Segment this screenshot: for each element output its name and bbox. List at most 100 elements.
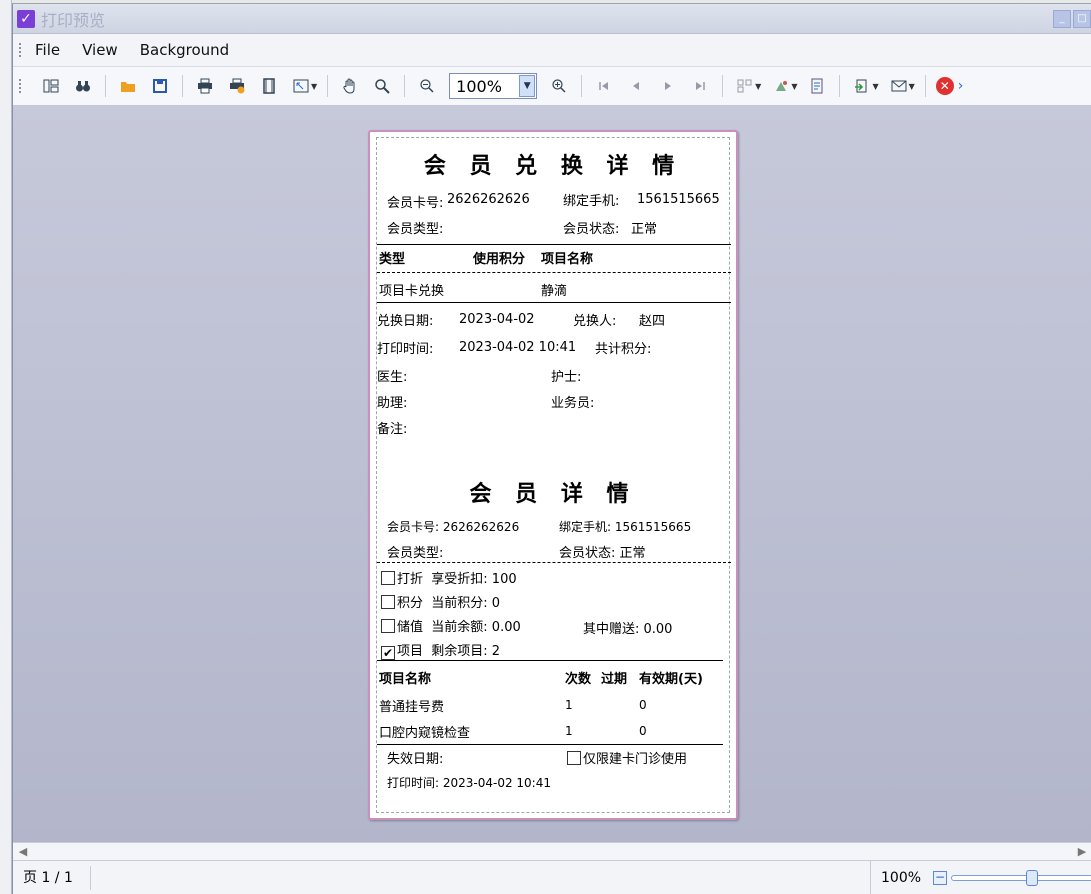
print-time-value: 2023-04-02 10:41 [459,340,577,355]
stored-row: 储值 当前余额: 0.00 [381,616,521,635]
print-icon[interactable] [193,74,217,98]
discount-checkbox[interactable] [381,571,395,585]
next-page-icon[interactable] [656,74,680,98]
scale-dropdown-icon[interactable]: ▼ [311,82,317,91]
points-checkbox[interactable] [381,595,395,609]
only-card-checkbox[interactable] [567,751,581,765]
row-item-value: 静滴 [541,284,568,299]
member-print-line: 打印时间: 2023-04-02 10:41 [387,776,551,790]
open-folder-icon[interactable] [116,74,140,98]
item-row-2-expired: 0 [639,724,647,738]
member-status-value: 正常 [631,222,658,237]
export-dropdown-icon[interactable]: ▼ [872,82,878,91]
title-bar: ✓ 打印预览 _ □ [13,4,1091,34]
exchange-person-value: 赵四 [639,314,666,329]
member-status-line: 会员状态: 正常 [559,546,646,561]
zoom-level: 100% [881,870,922,886]
menu-file[interactable]: File [35,41,60,59]
scroll-left-icon[interactable]: ◀ [15,844,31,860]
gift-text: 其中赠送: 0.00 [583,622,673,637]
watermark-icon[interactable] [805,74,829,98]
zoom-select-value: 100% [456,76,502,96]
item-row-2-name: 口腔内窥镜检查 [379,726,471,741]
item-row-1-expired: 0 [639,698,647,712]
close-preview-icon[interactable]: ✕ [935,77,954,95]
zoom-minus-button[interactable]: − [933,871,948,885]
menu-bar: File View Background [13,34,1091,67]
hand-tool-icon[interactable] [338,74,362,98]
zoom-select[interactable]: 100% ▼ [449,73,538,99]
window-title: 打印预览 [41,10,106,30]
col-count-header: 次数 [565,672,592,687]
zoom-slider-thumb[interactable] [1026,870,1039,886]
page-setup-icon[interactable] [257,74,281,98]
item-row: ✔ 项目 剩余项目: 2 [381,640,500,660]
menu-view[interactable]: View [82,41,118,59]
minimize-button[interactable]: _ [1053,9,1071,28]
only-card-row: 仅限建卡门诊使用 [567,748,687,767]
member-card-line: 会员卡号: 2626262626 [387,520,520,534]
last-page-icon[interactable] [688,74,712,98]
total-points-label: 共计积分: [595,342,652,357]
color-dropdown-icon[interactable]: ▼ [791,82,797,91]
item-row-2-count: 1 [565,724,573,738]
member-title: 会 员 详 情 [469,482,637,507]
scale-icon[interactable] [289,74,313,98]
save-icon[interactable] [148,74,172,98]
card-no-value: 2626262626 [447,192,530,207]
receipt-page: 会 员 兑 换 详 情 会员卡号: 2626262626 绑定手机: 15615… [368,130,738,820]
zoom-slider[interactable] [951,870,1091,886]
export-icon[interactable] [850,74,874,98]
item-row-1-name: 普通挂号费 [379,700,445,715]
first-page-icon[interactable] [592,74,616,98]
multi-page-dropdown-icon[interactable]: ▼ [755,82,761,91]
item-row-1-count: 1 [565,698,573,712]
nurse-label: 护士: [551,370,582,385]
remaining-text: 剩余项目: 2 [431,644,501,659]
email-icon[interactable] [887,74,911,98]
col-valid-header: 有效期(天) [639,672,703,687]
color-icon[interactable] [769,74,793,98]
col-expired-header: 过期 [601,672,628,687]
print-time-label: 打印时间: [377,342,434,357]
thumbnails-icon[interactable] [39,74,63,98]
toolbar-overflow-icon[interactable]: › [958,78,964,94]
magnifier-icon[interactable] [370,74,394,98]
zoom-in-icon[interactable] [547,74,571,98]
quick-print-icon[interactable] [225,74,249,98]
prev-page-icon[interactable] [624,74,648,98]
maximize-button[interactable]: □ [1073,9,1091,28]
card-no-label: 会员卡号: [387,196,444,211]
phone-label: 绑定手机: [563,194,620,209]
item-checkbox[interactable]: ✔ [381,646,395,660]
member-type-label-2: 会员类型: [387,546,444,561]
menu-background[interactable]: Background [140,41,230,59]
preview-area[interactable]: 会 员 兑 换 详 情 会员卡号: 2626262626 绑定手机: 15615… [13,106,1091,842]
discount-label: 打折 [397,572,424,587]
exchange-date-value: 2023-04-02 [459,312,535,327]
scroll-right-icon[interactable]: ▶ [1074,844,1090,860]
app-check-icon: ✓ [17,9,35,28]
col-points-header: 使用积分 [473,252,526,267]
discount-row: 打折 享受折扣: 100 [381,568,517,587]
stored-checkbox[interactable] [381,619,395,633]
only-card-label: 仅限建卡门诊使用 [583,752,688,767]
points-label: 积分 [397,596,424,611]
stored-label: 储值 [397,620,424,635]
balance-text: 当前余额: 0.00 [431,620,521,635]
horizontal-scrollbar[interactable]: ◀ ▶ [13,842,1091,860]
email-dropdown-icon[interactable]: ▼ [909,82,915,91]
salesperson-label: 业务员: [551,396,595,411]
page-indicator: 页 1 / 1 [13,865,91,890]
chevron-down-icon[interactable]: ▼ [519,75,536,97]
exchange-date-label: 兑换日期: [377,314,434,329]
col-item-name-header: 项目名称 [379,672,432,687]
multi-page-icon[interactable] [733,74,757,98]
col-item-header: 项目名称 [541,252,594,267]
points-text: 当前积分: 0 [431,596,501,611]
find-icon[interactable] [71,74,95,98]
zoom-out-icon[interactable] [415,74,439,98]
member-phone-line: 绑定手机: 1561515665 [559,520,692,534]
member-type-label: 会员类型: [387,222,444,237]
print-preview-window: ✓ 打印预览 _ □ File View Background ▼ 100% ▼… [12,4,1091,894]
